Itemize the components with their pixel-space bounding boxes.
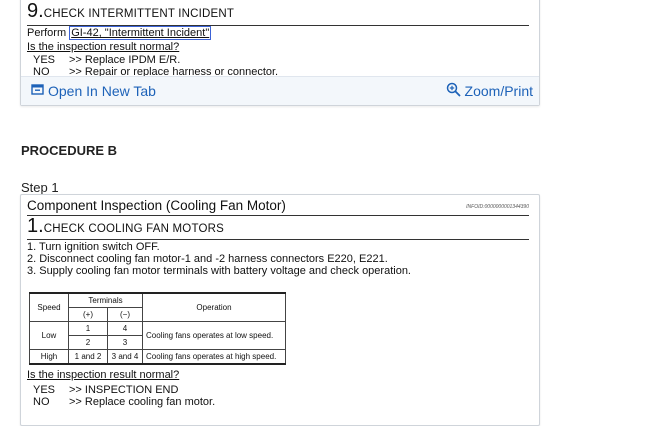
terminal-operation-table: Speed Terminals Operation (+) (−) Low 1 … bbox=[29, 292, 286, 365]
open-in-new-tab-icon bbox=[31, 83, 48, 99]
speed-header: Speed bbox=[29, 292, 69, 322]
operation-header: Operation bbox=[142, 292, 286, 322]
zoom-print-button[interactable]: Zoom/Print bbox=[446, 81, 533, 101]
step-heading: 1.CHECK COOLING FAN MOTORS bbox=[27, 215, 531, 238]
inspection-question: Is the inspection result normal? bbox=[27, 369, 180, 381]
zoom-magnifier-icon bbox=[446, 82, 465, 100]
step-label: Step 1 bbox=[21, 180, 59, 195]
answer-no: NO >> Replace cooling fan motor. bbox=[33, 396, 531, 409]
step-title: CHECK COOLING FAN MOTORS bbox=[43, 223, 224, 235]
gi42-link[interactable]: GI-42, "Intermittent Incident" bbox=[69, 26, 212, 40]
low-speed-cell: Low bbox=[29, 321, 69, 350]
table-cell: 3 bbox=[107, 335, 143, 350]
instruction-3: 3. Supply cooling fan motor terminals wi… bbox=[27, 265, 411, 277]
step-heading: 9.CHECK INTERMITTENT INCIDENT bbox=[27, 0, 531, 23]
zoom-print-label: Zoom/Print bbox=[464, 83, 533, 99]
answer-value: >> INSPECTION END bbox=[69, 384, 179, 396]
previous-procedure-card: 9.CHECK INTERMITTENT INCIDENT Perform GI… bbox=[20, 0, 540, 106]
perform-prefix: Perform bbox=[27, 27, 67, 39]
procedure-heading: PROCEDURE B bbox=[21, 143, 118, 158]
divider bbox=[27, 239, 529, 240]
table-cell: 1 and 2 bbox=[68, 349, 108, 365]
table-cell: 1 bbox=[68, 321, 108, 336]
step-number: 9. bbox=[27, 0, 44, 22]
card-toolbar: Open In New Tab Zoom/Print bbox=[21, 76, 539, 105]
inspection-question: Is the inspection result normal? bbox=[27, 41, 180, 53]
answer-value: >> Replace cooling fan motor. bbox=[69, 396, 216, 408]
plus-header: (+) bbox=[68, 307, 108, 322]
open-in-new-tab-label: Open In New Tab bbox=[48, 83, 156, 99]
component-inspection-card: Component Inspection (Cooling Fan Motor)… bbox=[20, 194, 540, 426]
high-speed-cell: High bbox=[29, 349, 69, 365]
minus-header: (−) bbox=[107, 307, 143, 322]
perform-line: Perform GI-42, "Intermittent Incident" bbox=[27, 26, 531, 40]
terminals-header: Terminals bbox=[68, 292, 143, 308]
table-cell: 3 and 4 bbox=[107, 349, 143, 365]
step-number: 1. bbox=[27, 215, 44, 237]
card-title: Component Inspection (Cooling Fan Motor) bbox=[27, 198, 286, 213]
table-cell: 2 bbox=[68, 335, 108, 350]
table-cell: 4 bbox=[107, 321, 143, 336]
answer-key: NO bbox=[33, 396, 50, 408]
low-operation-cell: Cooling fans operates at low speed. bbox=[142, 321, 286, 350]
step-title: CHECK INTERMITTENT INCIDENT bbox=[43, 8, 235, 20]
info-id: INFOID:0000000001344390 bbox=[466, 204, 529, 210]
high-operation-cell: Cooling fans operates at high speed. bbox=[142, 349, 286, 365]
open-in-new-tab-button[interactable]: Open In New Tab bbox=[31, 81, 156, 101]
answer-value: >> Replace IPDM E/R. bbox=[69, 54, 181, 66]
